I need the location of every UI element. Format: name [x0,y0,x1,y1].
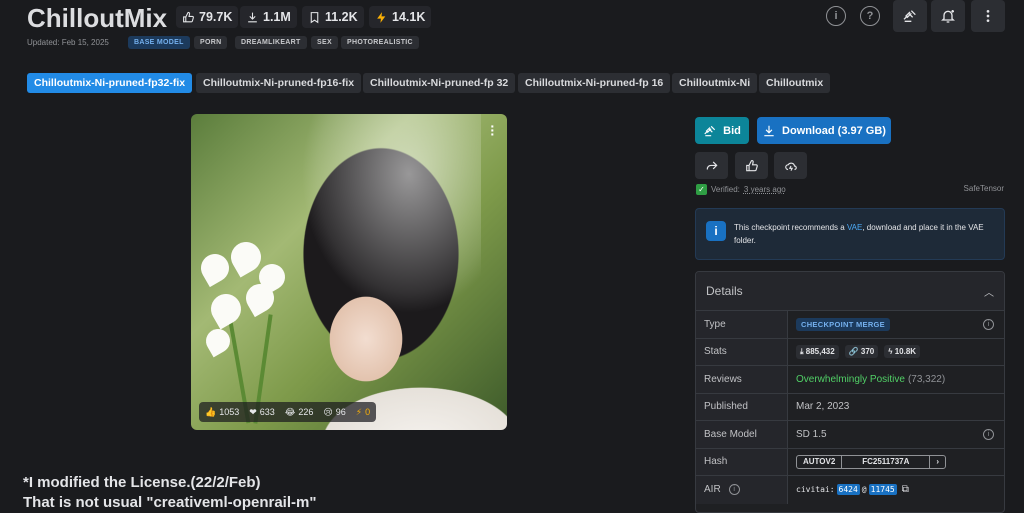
copy-icon[interactable]: ⧉ [902,484,909,495]
chevron-up-icon: ︿ [984,287,994,299]
thumbs-up-icon [745,159,758,171]
image-menu-icon[interactable]: · · · [490,119,495,141]
lightning-icon: ⚡ [355,406,363,417]
model-title: ChilloutMix [27,3,168,33]
info-icon[interactable]: i [728,484,740,496]
downloads-count: 1.1M [263,10,291,24]
flower-petal [205,288,247,330]
chevron-right-icon[interactable]: › [930,456,945,468]
version-tab[interactable]: Chilloutmix-Ni-pruned-fp 16 [518,73,671,93]
detail-row-base-model: Base Model SD 1.5 i [696,421,1004,449]
heart-emoji-icon: ❤ [249,406,257,417]
flower-petal [195,248,235,288]
veil-highlight [301,114,481,314]
details-header[interactable]: Details ︿ [696,272,1004,311]
kebab-menu-icon [986,10,990,22]
likes-stat[interactable]: 79.7K [176,6,239,28]
download-button[interactable]: Download (3.97 GB) [757,117,891,144]
download-icon: ⤓ [800,346,804,356]
detail-row-stats: Stats ⤓ 885,432 🔗 370 ϟ 10.8K [696,338,1004,366]
gavel-icon [903,10,916,22]
hash-selector[interactable]: AUTOV2 FC2511737A › [796,454,946,469]
lightning-icon [377,11,386,23]
type-badge[interactable]: CHECKPOINT MERGE [796,317,890,331]
version-tab[interactable]: Chilloutmix-Ni-pruned-fp16-fix [196,73,362,93]
tag-chip[interactable]: PORN [194,36,228,49]
reaction-buzz[interactable]: ⚡ 0 [356,407,370,418]
detail-row-type: Type CHECKPOINT MERGE i [696,311,1004,339]
air-model-id[interactable]: 6424 [836,484,860,496]
reaction-like[interactable]: 👍 1053 [205,407,239,418]
reaction-heart[interactable]: ❤ 633 [249,407,275,418]
help-icon[interactable]: ? [860,6,880,26]
download-count-badge: ⤓ 885,432 [796,344,839,359]
hash-value[interactable]: FC2511737A [842,455,931,468]
published-date: Mar 2, 2023 [796,401,850,413]
verified-time: 3 years ago [743,185,786,194]
bookmarks-count: 11.2K [325,10,358,24]
buzz-count-badge: ϟ 10.8K [884,345,921,359]
lightning-icon: ϟ [888,347,893,357]
updated-date: Updated: Feb 15, 2025 [27,38,109,47]
share-button[interactable] [695,152,728,179]
laugh-emoji-icon: 😂 [284,406,296,417]
thumbs-up-icon [183,11,194,22]
reaction-cry[interactable]: 😢 96 [323,407,345,418]
air-identifier: civitai: 6424 @ 11745 ⧉ [796,484,909,496]
bookmarks-stat[interactable]: 11.2K [302,6,364,28]
shield-check-icon: ✓ [696,184,707,195]
info-icon: i [706,221,726,241]
share-icon [706,161,717,169]
bookmark-icon [310,11,319,23]
detail-row-reviews: Reviews Overwhelmingly Positive (73,322) [696,366,1004,394]
tag-chip[interactable]: PHOTOREALISTIC [341,36,419,49]
license-note: *I modified the License.(22/2/Feb) That … [23,474,317,511]
more-menu-button[interactable] [971,0,1005,32]
info-icon[interactable]: i [983,428,994,440]
review-count: (73,322) [907,373,946,385]
gavel-icon [704,125,716,136]
detail-row-air: AIR i civitai: 6424 @ 11745 ⧉ [696,476,1004,504]
details-panel: Details ︿ Type CHECKPOINT MERGE i Stats ⤓… [695,271,1005,513]
like-button[interactable] [735,152,768,179]
version-tab[interactable]: Chilloutmix-Ni-pruned-fp 32 [363,73,516,93]
likes-count: 79.7K [199,10,233,24]
version-tab[interactable]: Chilloutmix-Ni [672,73,758,93]
bell-plus-icon [941,10,955,23]
hash-type[interactable]: AUTOV2 [797,455,843,468]
downloads-stat: 1.1M [240,6,297,28]
verified-status: ✓ Verified: 3 years ago [696,184,786,195]
auction-button[interactable] [893,0,927,32]
air-version-id[interactable]: 11745 [868,484,897,496]
model-preview-image[interactable]: · · · 👍 1053 ❤ 633 😂 226 😢 96 ⚡ 0 [191,114,507,430]
version-tab[interactable]: Chilloutmix [759,73,831,93]
vae-notice: i This checkpoint recommends a VAE, down… [695,208,1005,260]
base-model-value: SD 1.5 [796,428,827,440]
bid-button[interactable]: Bid [695,117,749,144]
generation-count-badge: 🔗 370 [844,345,879,359]
generate-button[interactable] [774,152,807,179]
tag-chip[interactable]: SEX [311,36,338,49]
version-tab[interactable]: Chilloutmix-Ni-pruned-fp32-fix [27,73,193,93]
info-icon[interactable]: i [826,6,846,26]
reaction-laugh[interactable]: 😂 226 [285,407,314,418]
detail-row-published: Published Mar 2, 2023 [696,393,1004,421]
reaction-bar[interactable]: 👍 1053 ❤ 633 😂 226 😢 96 ⚡ 0 [199,402,377,422]
buzz-stat[interactable]: 14.1K [369,6,432,28]
file-format-label: SafeTensor [963,184,1004,193]
notify-button[interactable] [931,0,965,32]
review-summary[interactable]: Overwhelmingly Positive [796,374,905,385]
vae-link[interactable]: VAE [847,223,862,232]
base-model-chip[interactable]: BASE MODEL [128,36,190,49]
buzz-count: 14.1K [392,10,426,24]
cloud-bolt-icon [784,162,797,171]
download-icon [248,12,257,22]
cry-emoji-icon: 😢 [323,406,333,417]
detail-row-hash: Hash AUTOV2 FC2511737A › [696,448,1004,476]
thumbs-up-emoji-icon: 👍 [205,406,217,417]
link-icon: 🔗 [848,347,859,357]
info-icon[interactable]: i [983,318,994,330]
download-icon [764,125,774,136]
tag-chip[interactable]: DREAMLIKEART [235,36,307,49]
